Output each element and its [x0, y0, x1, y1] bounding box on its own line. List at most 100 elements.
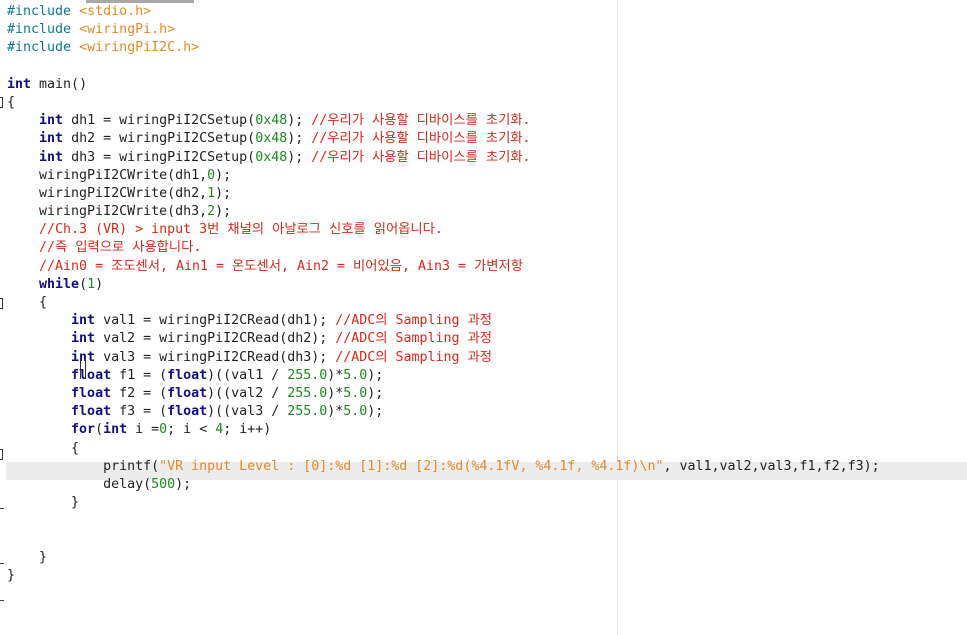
code-token: ); [215, 185, 232, 201]
number-token: 0x48 [255, 131, 288, 147]
comment-token: //우리가 사용할 디바이스를 초기화. [311, 149, 531, 165]
preprocessor-token: #include [7, 4, 80, 19]
code-token: ); [287, 113, 312, 129]
code-text-area[interactable]: #include <stdio.h> #include <wiringPi.h> #… [7, 3, 880, 585]
code-line[interactable]: } [7, 494, 880, 512]
code-token: ); [367, 404, 384, 420]
number-token: 1 [207, 185, 216, 201]
keyword-token: while [39, 276, 80, 292]
number-token: 5.0 [343, 367, 368, 383]
code-line[interactable]: float f1 = (float)((val1 / 255.0)*5.0); [7, 367, 880, 385]
code-line[interactable]: int val1 = wiringPiI2CRead(dh1); //ADC의 … [7, 312, 880, 330]
code-line[interactable] [7, 512, 880, 530]
code-line[interactable]: wiringPiI2CWrite(dh1,0); [7, 167, 880, 185]
code-token: dh2 = wiringPiI2CSetup( [63, 131, 256, 147]
code-token: printf( [7, 458, 160, 474]
header-token: <wiringPi.h> [79, 22, 176, 38]
fold-marker-while[interactable] [0, 298, 3, 309]
code-line[interactable]: int dh3 = wiringPiI2CSetup(0x48); //우리가 … [7, 149, 880, 167]
code-token: ); [287, 149, 312, 165]
code-token: ; i++) [223, 422, 272, 438]
code-line[interactable]: int main() [7, 76, 880, 94]
code-line[interactable]: //Ch.3 (VR) > input 3번 채널의 아날로그 신호를 읽어옵니… [7, 221, 880, 239]
fold-end-for [0, 508, 4, 509]
code-token: , val1,val2,val3,f1,f2,f3); [663, 458, 880, 474]
fold-marker-for[interactable] [0, 449, 3, 460]
keyword-token: float [71, 385, 112, 401]
code-line[interactable]: //즉 입력으로 사용합니다. [7, 239, 880, 257]
code-token: ); [367, 367, 384, 383]
number-token: 255.0 [287, 367, 328, 383]
keyword-token: int [71, 313, 96, 329]
code-line[interactable]: wiringPiI2CWrite(dh3,2); [7, 203, 880, 221]
text-cursor [80, 357, 86, 379]
keyword-token: int [7, 76, 32, 92]
code-token: ( [95, 422, 104, 438]
code-line[interactable]: int val2 = wiringPiI2CRead(dh2); //ADC의 … [7, 330, 880, 348]
fold-gutter [0, 0, 5, 635]
number-token: 2 [207, 204, 216, 220]
comment-token: //우리가 사용할 디바이스를 초기화. [311, 131, 531, 147]
code-token: val3 = wiringPiI2CRead(dh3); [95, 349, 336, 365]
code-token: )((val2 / [207, 385, 288, 401]
comment-token: //ADC의 Sampling 과정 [335, 313, 493, 329]
number-token: 1 [87, 276, 96, 292]
keyword-token: int [39, 131, 64, 147]
preprocessor-token: #include [7, 22, 80, 38]
code-line[interactable]: #include <wiringPi.h> [7, 21, 880, 39]
code-token: )* [327, 385, 344, 401]
code-token: ); [215, 204, 232, 220]
code-token: { [7, 440, 80, 456]
code-line[interactable] [7, 58, 880, 76]
code-line[interactable]: printf("VR input Level : [0]:%d [1]:%d [… [7, 458, 880, 476]
code-token: } [7, 549, 48, 565]
code-token: main() [31, 76, 88, 92]
header-token: <wiringPiI2C.h> [79, 40, 200, 56]
code-editor[interactable]: #include <stdio.h> #include <wiringPi.h> #… [0, 0, 967, 635]
comment-token: //즉 입력으로 사용합니다. [39, 240, 202, 256]
code-line[interactable]: delay(500); [7, 476, 880, 494]
code-token: dh1 = wiringPiI2CSetup( [63, 113, 256, 129]
code-token: ); [367, 385, 384, 401]
fold-marker-main[interactable] [0, 97, 3, 108]
number-token: 5.0 [343, 385, 368, 401]
code-token: } [7, 567, 16, 583]
code-token: )((val1 / [207, 367, 288, 383]
header-token: <stdio.h> [79, 4, 152, 19]
code-token: wiringPiI2CWrite(dh1, [7, 167, 208, 183]
code-line[interactable]: //Ain0 = 조도센서, Ain1 = 온도센서, Ain2 = 비어있음,… [7, 258, 880, 276]
code-line[interactable]: int dh2 = wiringPiI2CSetup(0x48); //우리가 … [7, 130, 880, 148]
code-line[interactable]: } [7, 549, 880, 567]
comment-token: //우리가 사용할 디바이스를 초기화. [311, 113, 531, 129]
keyword-token: float [167, 367, 208, 383]
code-line[interactable]: int dh1 = wiringPiI2CSetup(0x48); //우리가 … [7, 112, 880, 130]
code-line[interactable]: } [7, 567, 880, 585]
code-token: i = [127, 422, 160, 438]
code-line[interactable]: wiringPiI2CWrite(dh2,1); [7, 185, 880, 203]
keyword-token: float [71, 404, 112, 420]
number-token: 500 [151, 476, 176, 492]
code-line[interactable]: { [7, 94, 880, 112]
preprocessor-token: #include [7, 40, 80, 56]
keyword-token: int [103, 422, 128, 438]
code-line[interactable]: float f2 = (float)((val2 / 255.0)*5.0); [7, 385, 880, 403]
code-token: ; i < [167, 422, 216, 438]
code-line[interactable]: { [7, 440, 880, 458]
code-token: wiringPiI2CWrite(dh2, [7, 185, 208, 201]
code-line[interactable]: int val3 = wiringPiI2CRead(dh3); //ADC의 … [7, 349, 880, 367]
code-line[interactable]: float f3 = (float)((val3 / 255.0)*5.0); [7, 403, 880, 421]
code-line[interactable]: #include <stdio.h> [7, 3, 880, 21]
code-line[interactable]: while(1) [7, 276, 880, 294]
code-line[interactable]: #include <wiringPiI2C.h> [7, 39, 880, 57]
keyword-token: int [71, 331, 96, 347]
code-line[interactable]: for(int i =0; i < 4; i++) [7, 421, 880, 439]
code-token: ); [175, 476, 192, 492]
number-token: 0 [159, 422, 168, 438]
code-token: } [7, 495, 80, 511]
code-line[interactable]: { [7, 294, 880, 312]
code-line[interactable] [7, 530, 880, 548]
